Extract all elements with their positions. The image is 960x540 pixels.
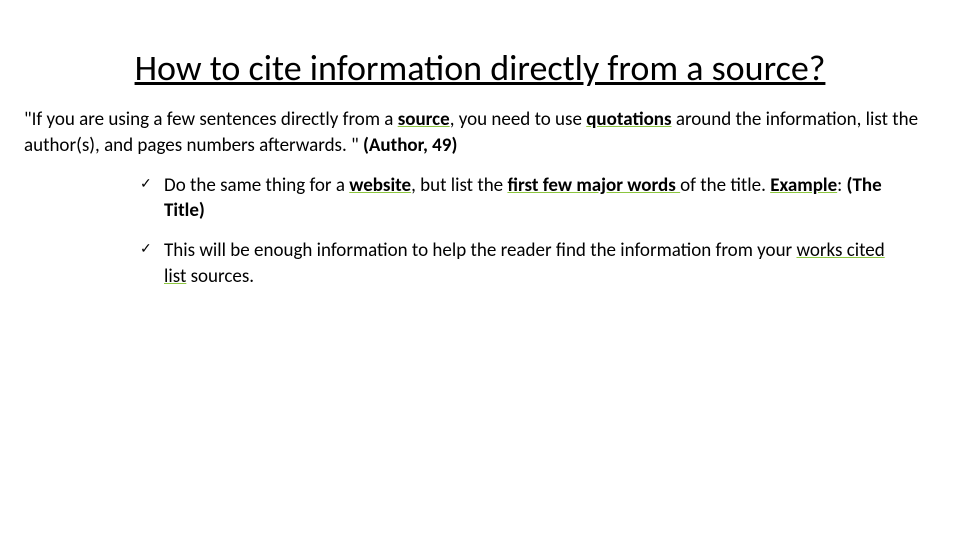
bullet1-text-2: , but list the — [411, 174, 507, 197]
keyword-website: website — [349, 174, 411, 197]
keyword-source: source — [398, 108, 450, 131]
slide: How to cite information directly from a … — [0, 0, 960, 289]
bullet1-text-3: of the title. — [680, 174, 770, 197]
list-item: ✓ Do the same thing for a website, but l… — [140, 173, 900, 224]
para-author-citation: (Author, 49) — [363, 134, 457, 157]
bullet1-text-4: : — [837, 174, 846, 197]
para-text-2: , you need to use — [450, 108, 587, 131]
check-icon: ✓ — [140, 240, 152, 259]
keyword-first-few-words: first few major words — [507, 174, 680, 197]
bullet1-text-1: Do the same thing for a — [164, 174, 349, 197]
slide-title: How to cite information directly from a … — [120, 48, 840, 89]
check-icon: ✓ — [140, 175, 152, 194]
bullet2-text-1: This will be enough information to help … — [164, 239, 796, 262]
keyword-quotations: quotations — [586, 108, 671, 131]
list-item: ✓ This will be enough information to hel… — [140, 238, 900, 289]
bullet-list: ✓ Do the same thing for a website, but l… — [20, 173, 940, 290]
para-text-1: "If you are using a few sentences direct… — [24, 108, 398, 131]
keyword-example: Example — [770, 174, 837, 197]
intro-paragraph: "If you are using a few sentences direct… — [20, 107, 940, 158]
bullet2-text-2: sources. — [186, 265, 254, 288]
